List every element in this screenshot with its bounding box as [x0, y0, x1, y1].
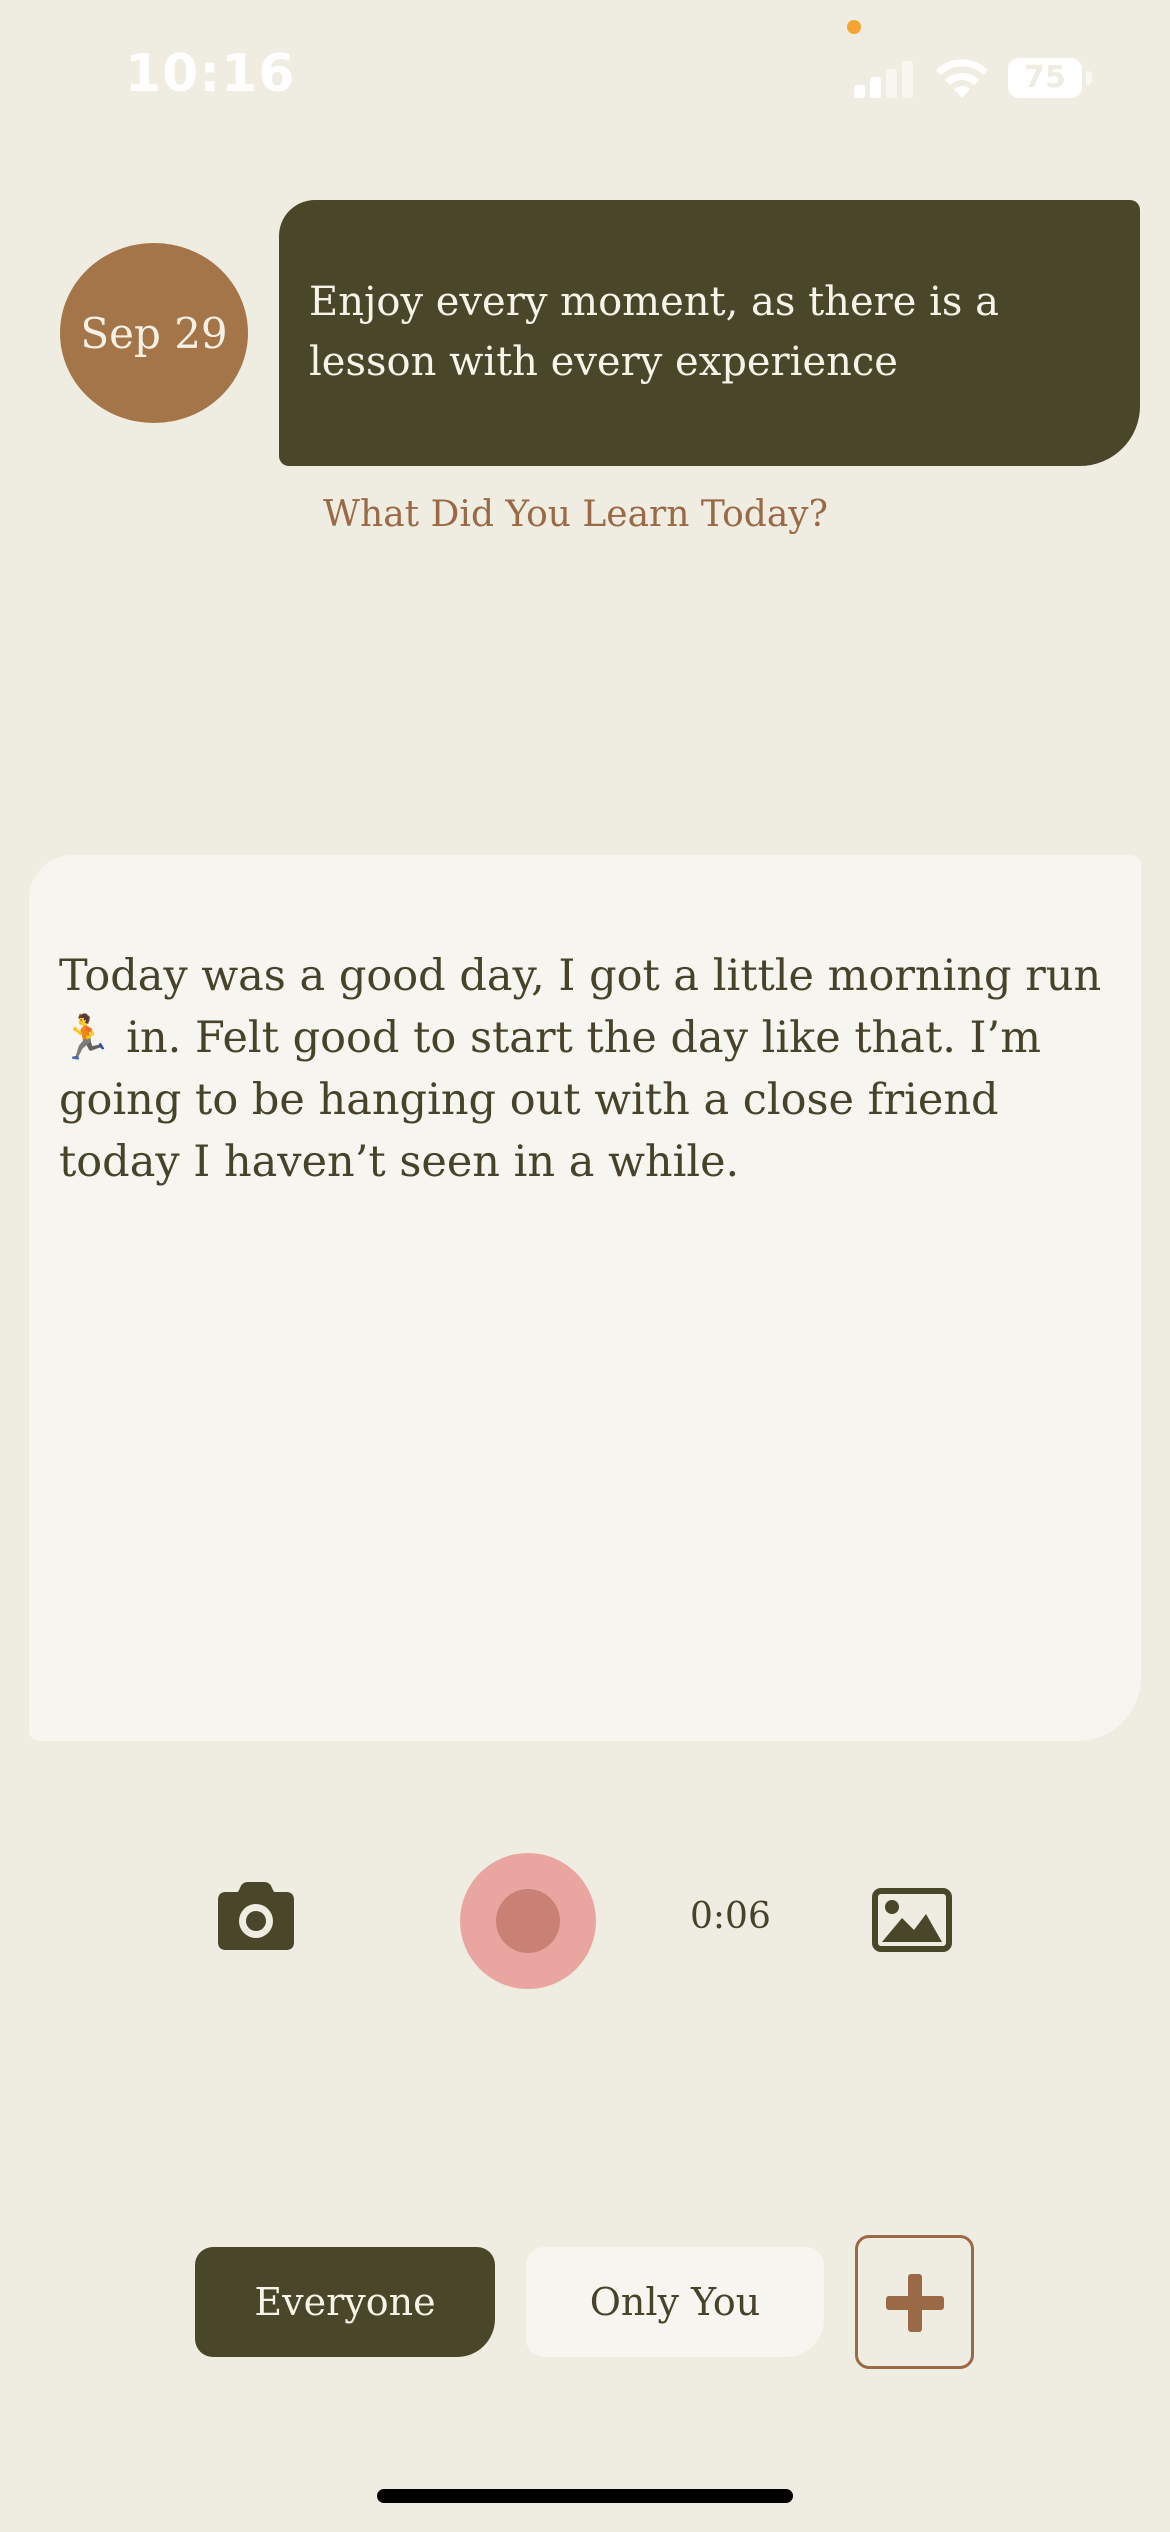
camera-icon[interactable] — [216, 1880, 296, 1952]
journal-entry-text[interactable]: Today was a good day, I got a little mor… — [29, 855, 1141, 1741]
entry-date-badge: Sep 29 — [60, 243, 248, 423]
status-time: 10:16 — [125, 44, 296, 104]
home-indicator[interactable] — [377, 2489, 793, 2503]
audience-everyone-button[interactable]: Everyone — [195, 2247, 495, 2357]
audience-only-you-button[interactable]: Only You — [526, 2247, 824, 2357]
privacy-indicator-dot — [847, 20, 861, 34]
recording-timer: 0:06 — [690, 1896, 771, 1937]
daily-quote-bubble: Enjoy every moment, as there is a lesson… — [279, 200, 1140, 466]
journal-prompt: What Did You Learn Today? — [323, 494, 828, 535]
record-button[interactable] — [460, 1853, 596, 1989]
record-icon — [496, 1889, 560, 1953]
wifi-icon — [936, 59, 988, 98]
image-icon[interactable] — [872, 1888, 952, 1952]
battery-level: 75 — [1008, 58, 1082, 98]
cellular-signal-icon — [854, 58, 914, 98]
battery-icon: 75 — [1008, 58, 1092, 98]
add-button[interactable] — [855, 2235, 974, 2369]
